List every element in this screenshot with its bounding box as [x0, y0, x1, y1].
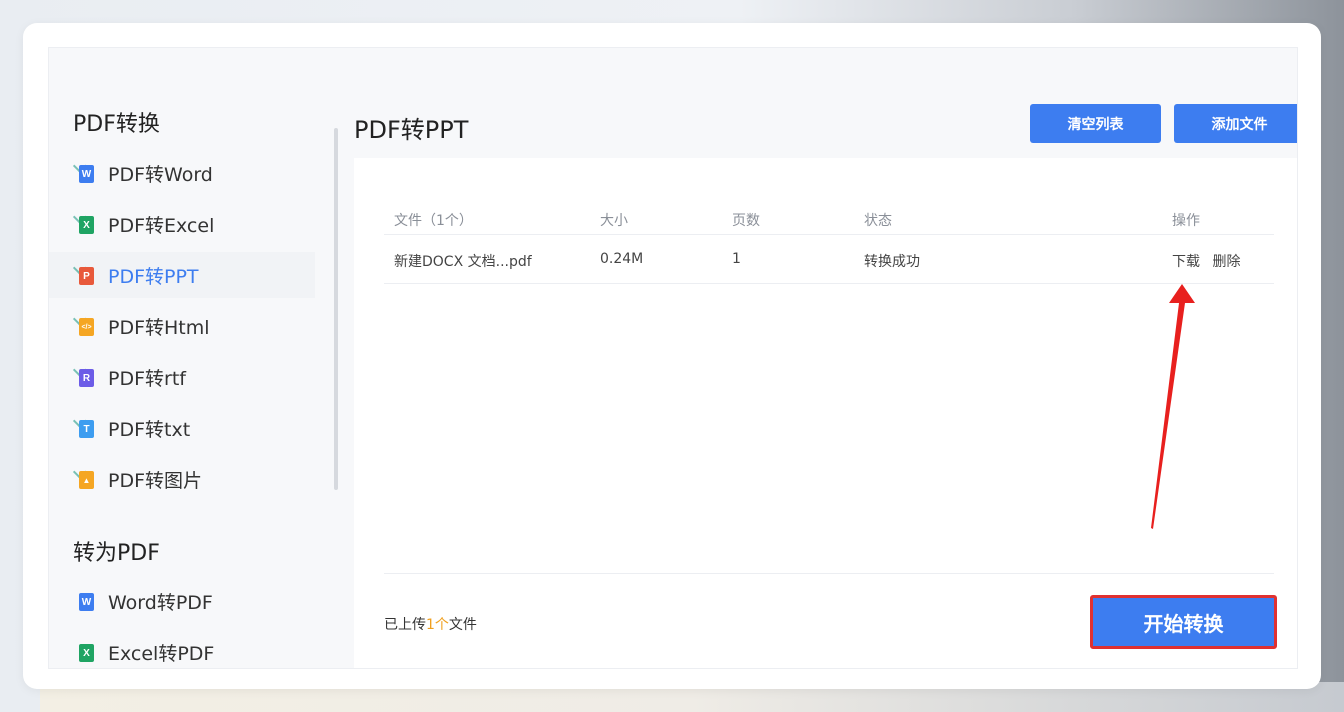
arrow-shape: [1151, 284, 1195, 529]
app-window: PDF转换 W PDF转Word X PDF转Excel P PDF转PPT <…: [23, 23, 1321, 689]
converter-panel: PDF转换 W PDF转Word X PDF转Excel P PDF转PPT <…: [48, 47, 1298, 669]
annotation-arrow: [1151, 284, 1195, 529]
